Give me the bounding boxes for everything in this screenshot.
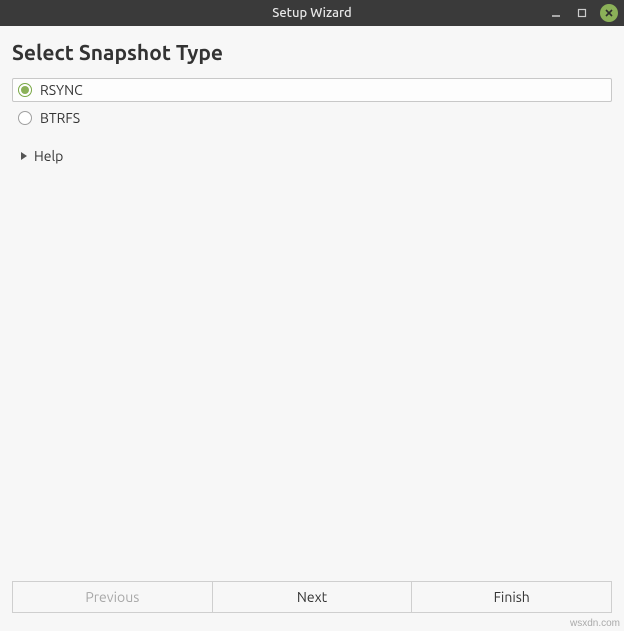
snapshot-type-btrfs[interactable]: BTRFS (12, 106, 612, 130)
finish-button[interactable]: Finish (412, 581, 612, 613)
help-label: Help (34, 148, 63, 164)
wizard-content: Select Snapshot Type RSYNC BTRFS Help (0, 26, 624, 563)
chevron-right-icon (20, 151, 28, 161)
maximize-icon[interactable] (574, 5, 590, 21)
option-label: RSYNC (40, 82, 83, 98)
radio-icon (18, 83, 32, 97)
previous-button[interactable]: Previous (12, 581, 213, 613)
window-controls (548, 0, 618, 26)
help-expander[interactable]: Help (12, 148, 612, 164)
option-label: BTRFS (40, 110, 80, 126)
window-title: Setup Wizard (272, 6, 351, 20)
watermark: wsxdn.com (570, 618, 620, 629)
titlebar: Setup Wizard (0, 0, 624, 26)
close-icon[interactable] (600, 4, 618, 22)
snapshot-type-rsync[interactable]: RSYNC (12, 78, 612, 102)
wizard-footer: Previous Next Finish (12, 581, 612, 613)
radio-icon (18, 111, 32, 125)
minimize-icon[interactable] (548, 5, 564, 21)
next-button[interactable]: Next (213, 581, 413, 613)
page-title: Select Snapshot Type (12, 40, 612, 64)
